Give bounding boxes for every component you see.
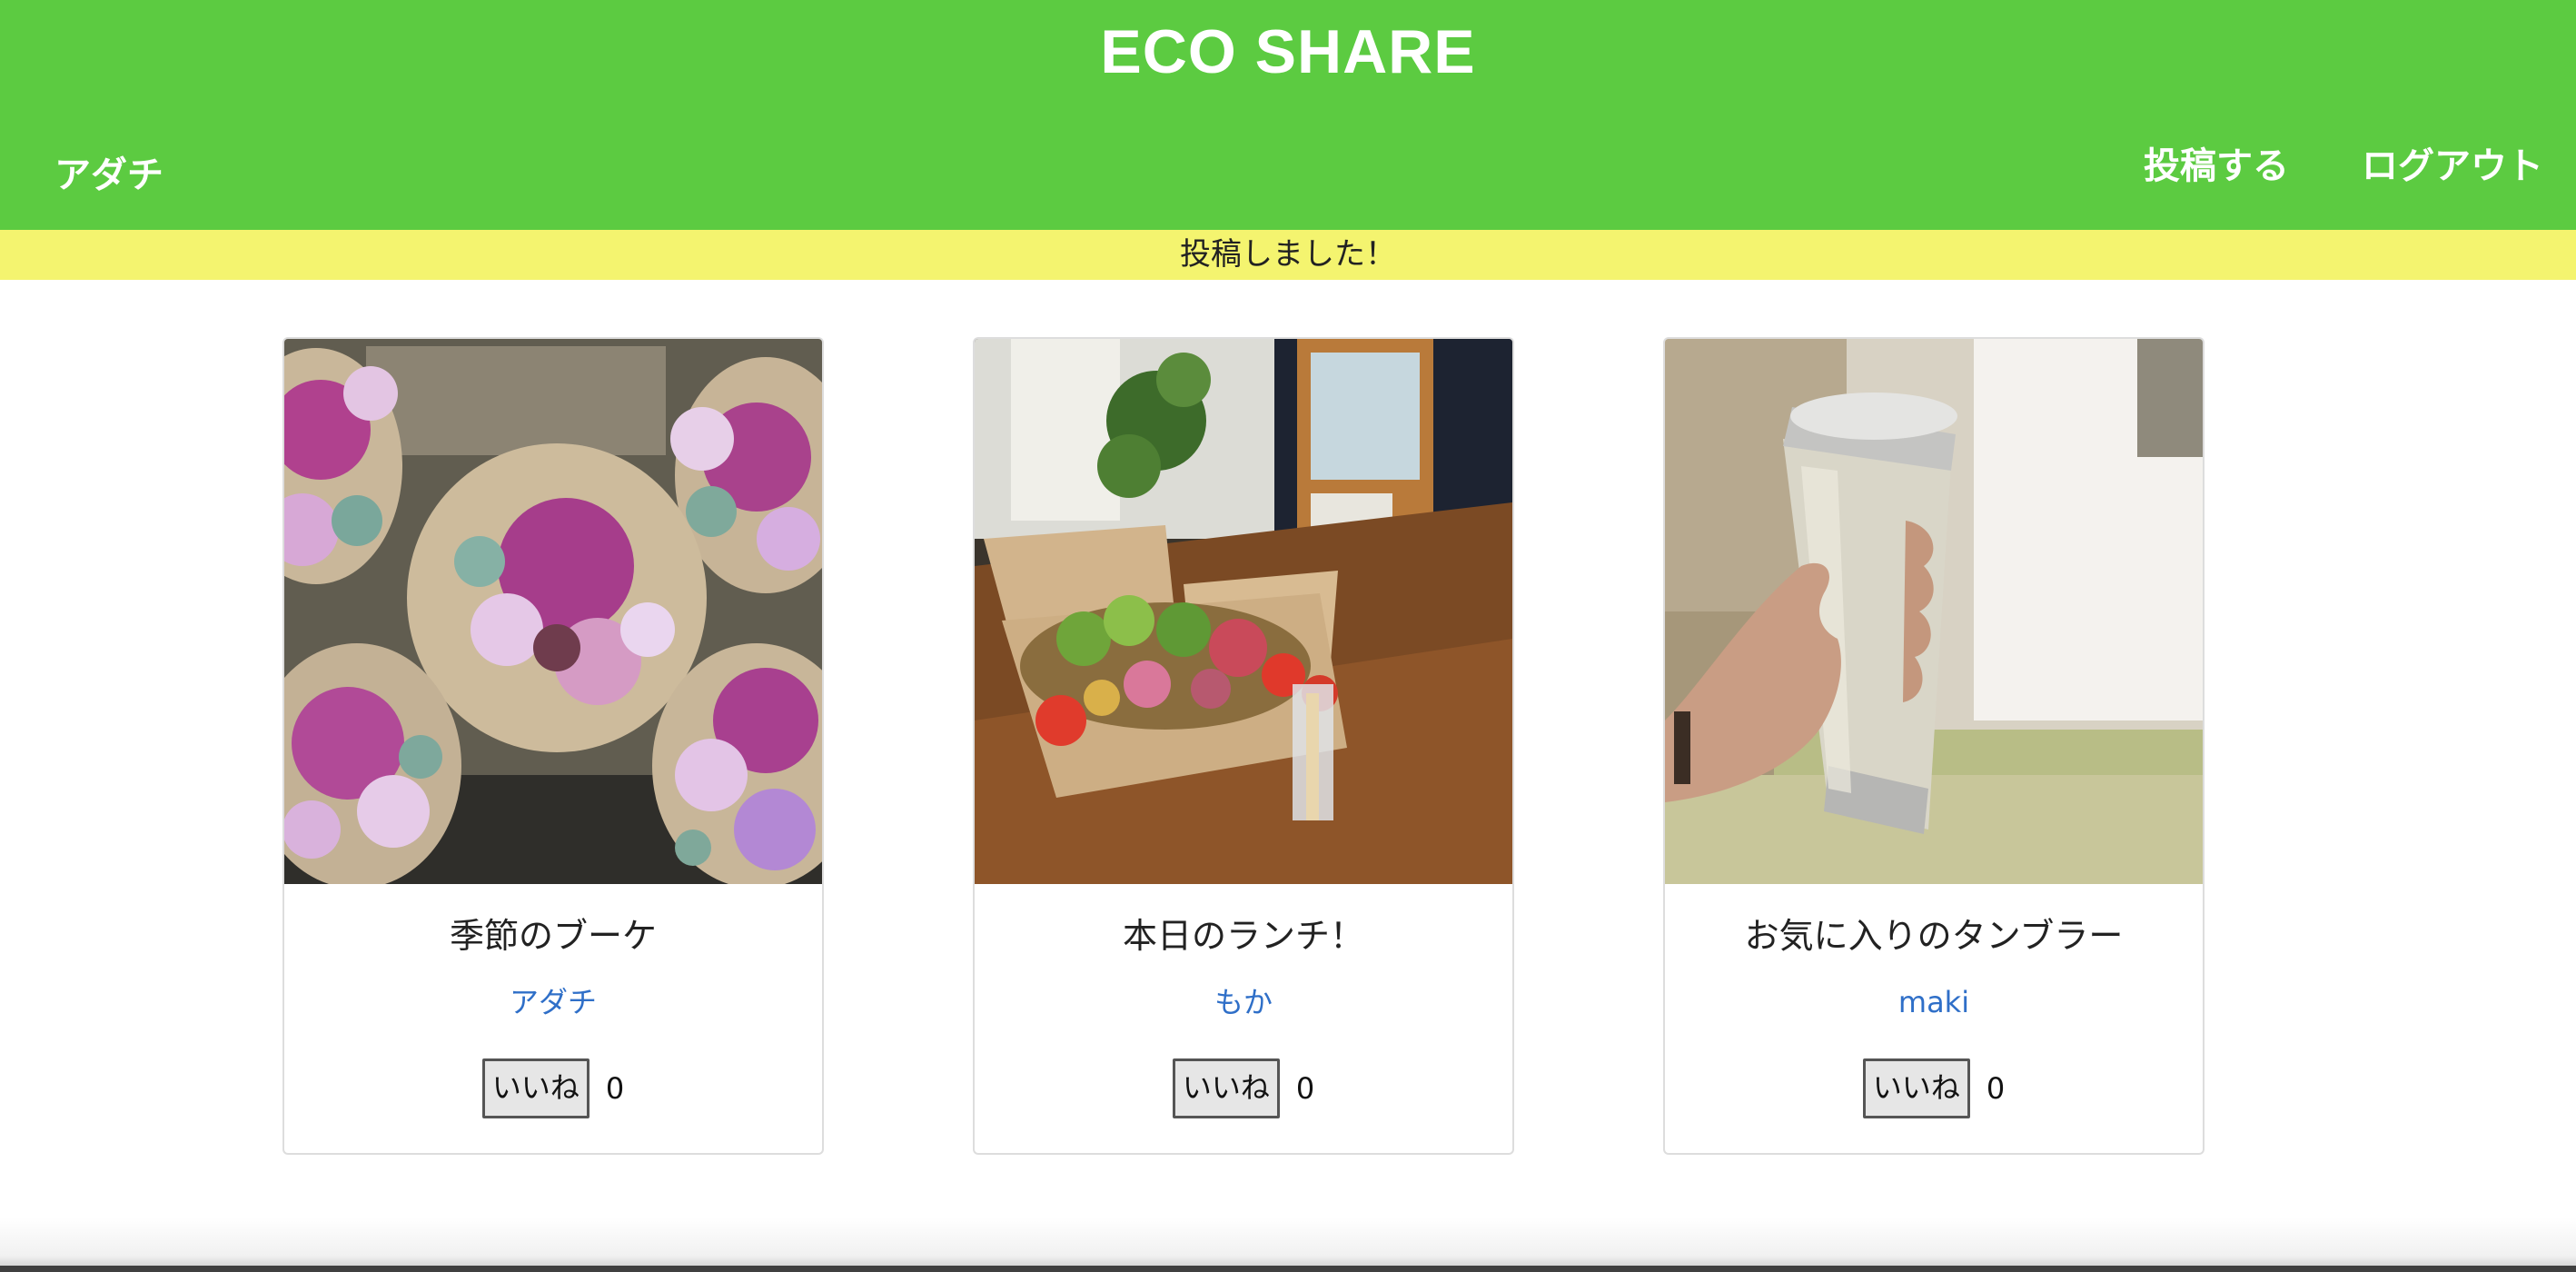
post-image-white-tumbler[interactable]	[1665, 339, 2203, 884]
post-title: お気に入りのタンブラー	[1744, 916, 2124, 956]
site-logo[interactable]: ECO SHARE	[0, 13, 2576, 91]
site-header: ECO SHARE アダチ 投稿する ログアウト	[0, 0, 2576, 230]
post-title: 本日のランチ！	[1122, 916, 1364, 956]
flash-message: 投稿しました！	[0, 230, 2576, 280]
post-author-link[interactable]: もか	[975, 982, 1512, 1022]
window-bottom-shadow	[0, 1217, 2576, 1272]
like-button[interactable]: いいね	[1862, 1058, 1970, 1118]
post-image-flower-bouquets[interactable]	[284, 339, 822, 884]
like-count: 0	[1295, 1071, 1315, 1106]
current-user-name[interactable]: アダチ	[54, 150, 163, 201]
like-count: 0	[1986, 1071, 2006, 1106]
like-row: いいね 0	[1665, 1058, 2203, 1118]
like-count: 0	[605, 1071, 625, 1106]
like-row: いいね 0	[284, 1058, 822, 1118]
post-card: お気に入りのタンブラー maki いいね 0	[1663, 337, 2204, 1155]
post-author-link[interactable]: maki	[1665, 982, 2203, 1022]
like-button[interactable]: いいね	[1172, 1058, 1280, 1118]
post-card: 本日のランチ！ もか いいね 0	[973, 337, 1514, 1155]
post-card: 季節のブーケ アダチ いいね 0	[282, 337, 824, 1155]
window-bottom-edge	[0, 1266, 2576, 1272]
new-post-link[interactable]: 投稿する	[2144, 141, 2289, 192]
logout-link[interactable]: ログアウト	[2362, 141, 2543, 192]
like-row: いいね 0	[975, 1058, 1512, 1118]
post-title: 季節のブーケ	[449, 916, 657, 956]
post-image-salad-lunch[interactable]	[975, 339, 1512, 884]
post-author-link[interactable]: アダチ	[284, 982, 822, 1022]
like-button[interactable]: いいね	[481, 1058, 590, 1118]
